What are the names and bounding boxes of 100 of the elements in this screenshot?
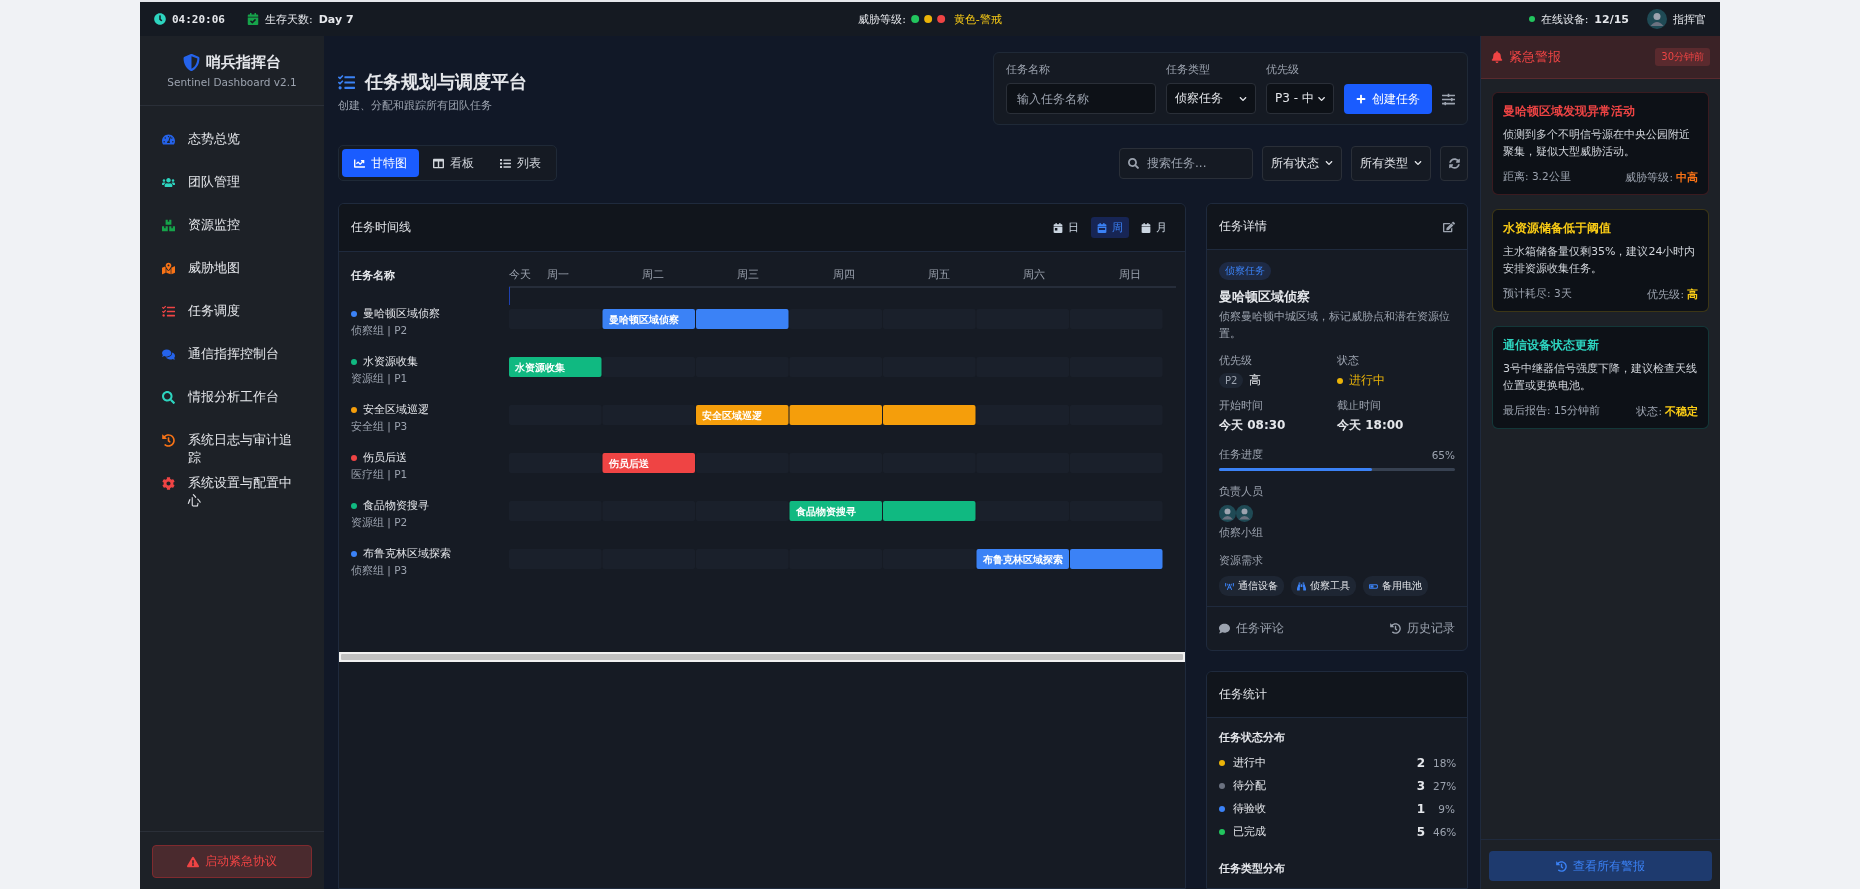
resource-chip: 通信设备 [1219,576,1284,596]
day-label: 周六 [1023,268,1046,280]
devices-label: 在线设备: [1540,11,1589,27]
task-type-select[interactable]: 侦察任务 [1166,83,1256,114]
alert-card[interactable]: 水资源储备低于阈值 主水箱储备量仅剩35%，建议24小时内安排资源收集任务。 预计耗尽: 3天 优先级: 高 [1492,209,1709,313]
bell-icon [1491,51,1503,63]
avatar-icon [1219,505,1236,522]
type-filter[interactable]: 所有类型 [1351,145,1431,181]
battery-icon [1369,581,1378,591]
task-bar[interactable] [602,309,695,329]
history-icon [1556,860,1567,872]
nav-item[interactable]: 任务调度 [140,302,324,345]
alert-info: 预计耗尽: 3天 [1503,287,1572,302]
nav-item[interactable]: 资源监控 [140,216,324,259]
task-bar[interactable] [602,453,695,473]
view-tab[interactable]: 甘特图 [342,149,419,177]
task-name: 伤员后送 [363,450,407,465]
status-name: 进行中 [1233,755,1266,770]
field-label: 优先级 [1219,354,1253,368]
view-tab[interactable]: 列表 [488,149,553,177]
bar-label: 水资源收集 [515,362,565,373]
nav-item[interactable]: 情报分析工作台 [140,388,324,431]
clock-time: 04:20:06 [172,12,225,26]
day-label: 周二 [642,268,664,280]
view-tab[interactable]: 看板 [421,149,486,177]
survival-value: Day 7 [318,12,354,26]
resource-chip: 备用电池 [1363,576,1428,596]
edit-icon[interactable] [1443,220,1455,233]
priority-value: 高 [1249,372,1262,389]
task-meta: 资源组 | P2 [351,516,409,530]
task-bar[interactable] [696,405,789,425]
alert-info-value: 中高 [1676,170,1698,186]
field-label: 开始时间 [1219,399,1264,413]
time-badge: 30分钟前 [1655,48,1710,66]
field-label: 任务类型 [1166,63,1211,77]
comments-button[interactable]: 任务评论 [1219,620,1284,637]
nav-item[interactable]: 系统设置与配置中心 [140,474,324,517]
status-value: 进行中 [1349,372,1385,389]
refresh-button[interactable] [1440,145,1468,181]
day-label: 今天 [509,268,532,280]
gauge-icon [161,132,175,146]
bar-label: 布鲁克林区域探索 [982,554,1063,565]
task-name: 曼哈顿区域侦察 [363,306,440,321]
day-label: 周四 [832,268,855,280]
status-name: 待验收 [1233,801,1266,816]
task-name-field[interactable]: 输入任务名称 [1006,83,1156,114]
card-title: 任务时间线 [351,219,411,236]
status-count: 1 [1416,801,1425,816]
task-bar[interactable] [976,549,1069,569]
task-name: 安全区域巡逻 [363,402,429,417]
task-name: 布鲁克林区域探索 [363,546,451,561]
task-name: 水资源收集 [363,354,418,369]
checklist-icon [161,304,175,318]
search-field[interactable]: 搜索任务... [1119,147,1253,179]
status-percent: 18% [1433,756,1455,769]
status-percent: 9% [1437,802,1455,815]
scrollbar[interactable] [339,652,1185,662]
users-icon [161,175,175,189]
task-bar[interactable] [789,501,882,521]
calendar-icon [1141,222,1151,233]
nav-item[interactable]: 团队管理 [140,173,324,216]
online-dot [1528,16,1535,22]
nav-item[interactable]: 通信指挥控制台 [140,345,324,388]
status-name: 待分配 [1233,778,1266,793]
alert-info-label: 威胁等级: [1625,170,1673,185]
nav-item[interactable]: 态势总览 [140,130,324,173]
history-button[interactable]: 历史记录 [1390,620,1455,637]
alert-title: 水资源储备低于阈值 [1503,220,1612,238]
nav-item[interactable]: 威胁地图 [140,259,324,302]
alert-info-value: 高 [1687,287,1698,303]
day-label: 周日 [1118,268,1141,280]
alert-card[interactable]: 曼哈顿区域发现异常活动 侦测到多个不明信号源在中央公园附近聚集，疑似大型威胁活动。 距离: 3.2公里 威胁等级: 中高 [1492,92,1709,196]
alert-card[interactable]: 通信设备状态更新 3号中继器信号强度下降，建议检查天线位置或更换电池。 最后报告: 15分钟前 状态: 不稳定 [1492,326,1709,430]
plus-icon [1356,94,1366,104]
user-name[interactable]: 指挥官 [1673,11,1706,27]
field-label: 资源需求 [1219,554,1264,568]
list-icon [500,157,511,169]
settings-icon [161,476,175,490]
sliders-icon[interactable] [1442,93,1455,106]
devices-value: 12/15 [1594,12,1629,26]
status-filter[interactable]: 所有状态 [1262,145,1342,181]
alert-body: 主水箱储备量仅剩35%，建议24小时内安排资源收集任务。 [1503,244,1697,278]
field-label: 任务名称 [1006,63,1051,77]
scale-tab[interactable]: 月 [1135,217,1173,238]
priority-select[interactable]: P3 - 中 [1266,83,1334,114]
field-label: 优先级 [1266,63,1300,77]
scale-tab[interactable]: 周 [1091,217,1129,238]
task-meta: 侦察组 | P2 [351,324,409,338]
chevron-down-icon [1239,94,1247,103]
app-title: 哨兵指挥台 [206,53,281,72]
status-percent: 46% [1433,825,1455,838]
create-task-button[interactable]: 创建任务 [1344,84,1432,114]
binoculars-icon [1297,581,1306,591]
resource-chip: 侦察工具 [1291,576,1356,596]
scale-tab[interactable]: 日 [1047,217,1085,238]
task-name: 食品物资搜寻 [363,498,429,513]
columns-icon [433,157,444,169]
nav-item[interactable]: 系统日志与审计追踪 [140,431,324,474]
task-bar[interactable] [509,357,602,377]
status-name: 已完成 [1233,824,1266,839]
